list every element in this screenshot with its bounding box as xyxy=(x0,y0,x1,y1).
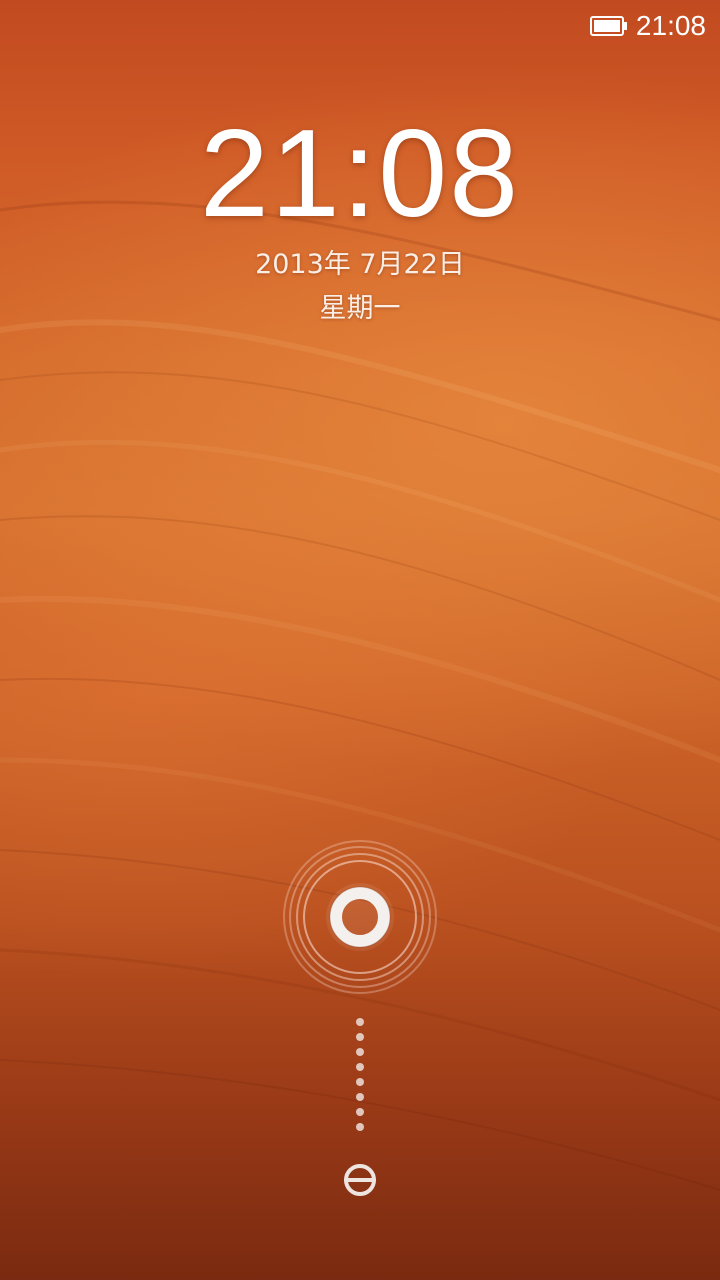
unlock-ring-icon[interactable] xyxy=(282,839,438,995)
battery-full-icon xyxy=(589,13,628,39)
status-bar: 21:08 xyxy=(589,0,720,52)
lock-screen: 21:08 21:08 2013年 7月22日 星期一 xyxy=(0,0,720,1280)
lockscreen-clock: 21:08 xyxy=(199,105,521,243)
unlock-target-icon[interactable] xyxy=(340,1160,380,1200)
lockscreen-weekday: 星期一 xyxy=(319,293,401,324)
lockscreen-date: 2013年 7月22日 xyxy=(255,249,465,280)
status-time: 21:08 xyxy=(635,10,706,41)
dotted-track-icon xyxy=(355,1018,365,1138)
